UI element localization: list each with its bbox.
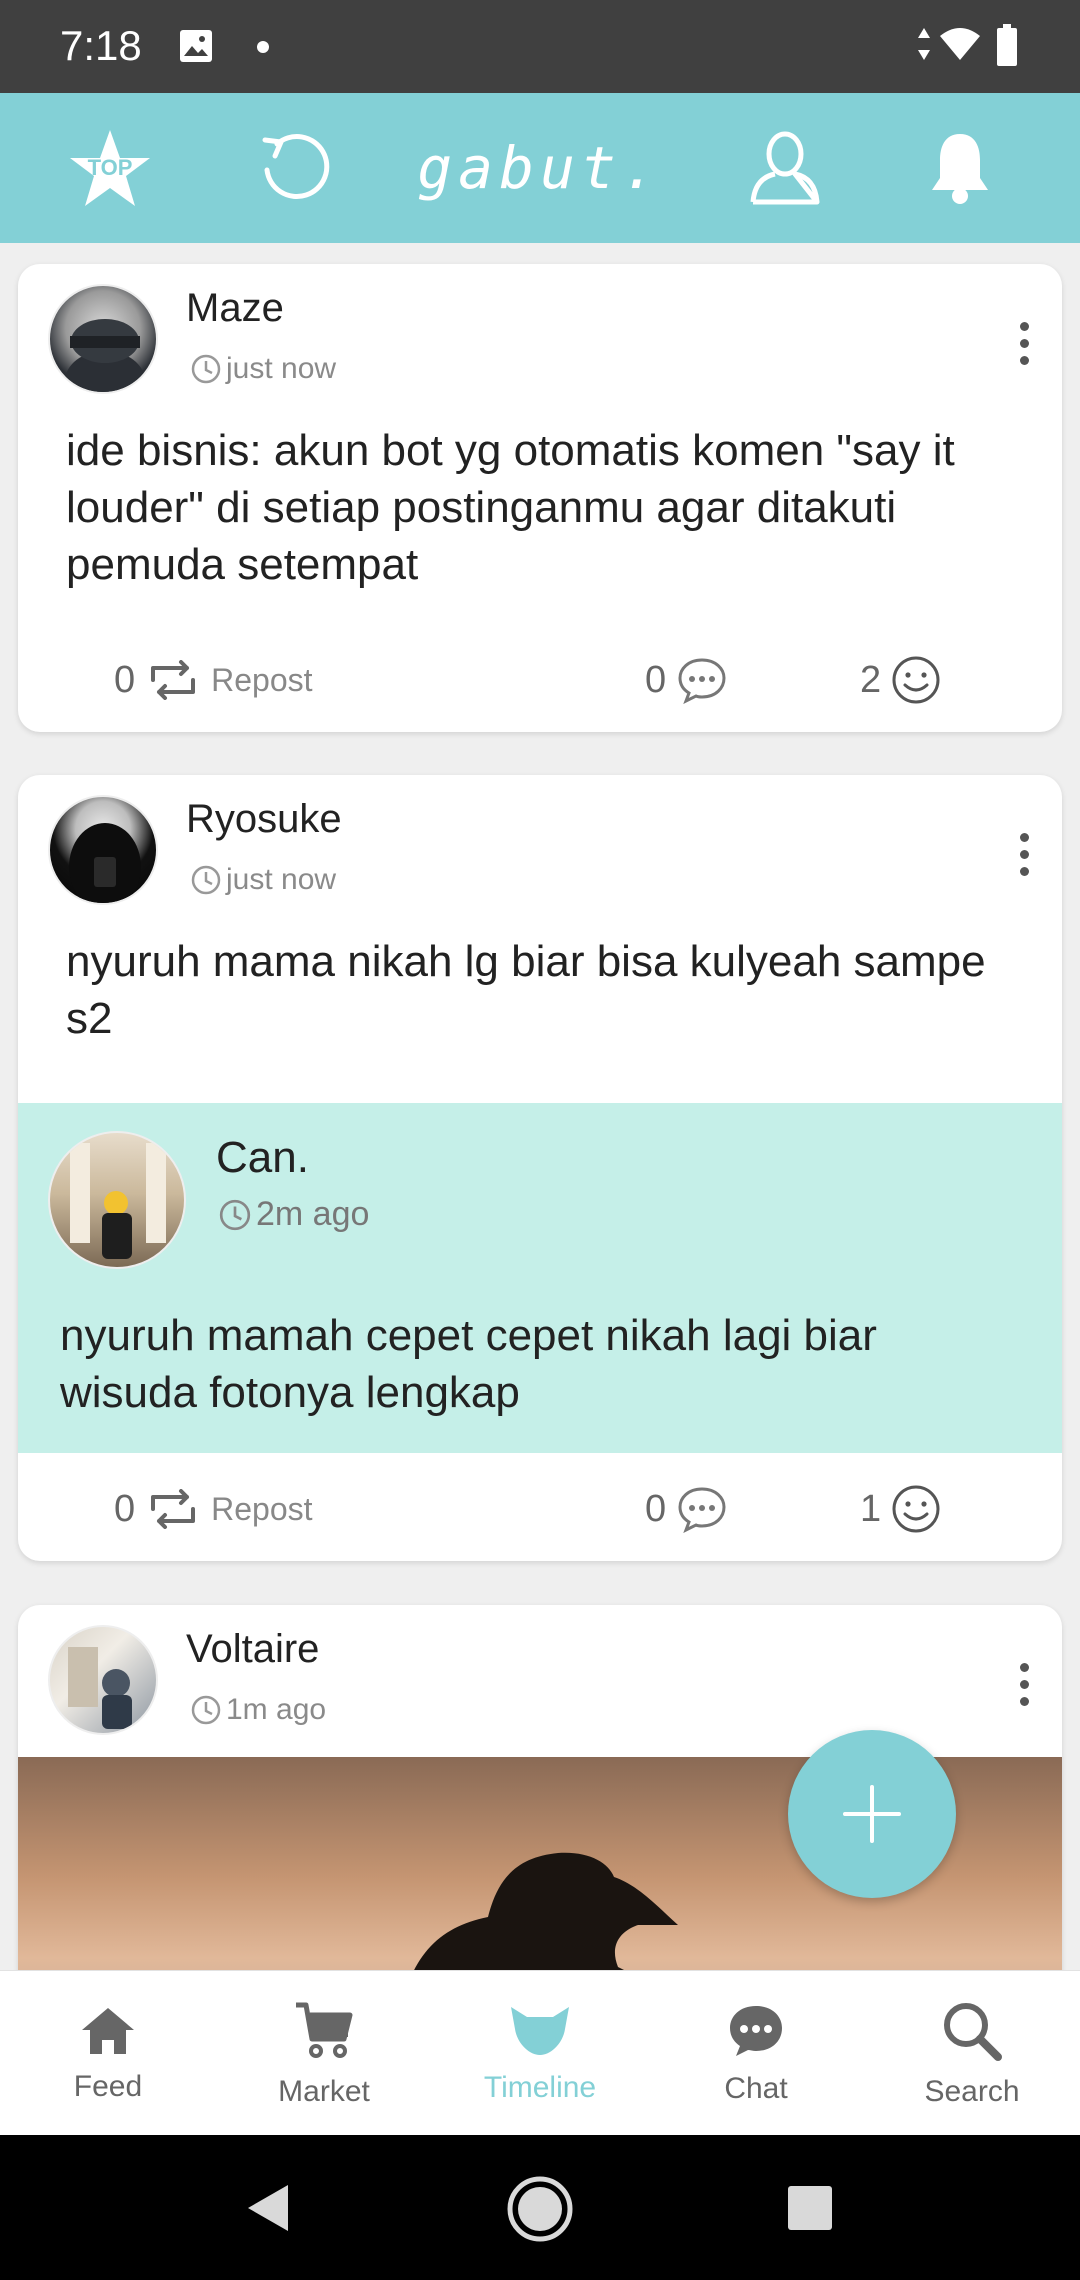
quoted-post[interactable]: Can. 2m ago nyuruh mamah cepet cepet nik… bbox=[18, 1103, 1062, 1453]
back-button[interactable] bbox=[244, 2183, 290, 2238]
more-options-icon[interactable] bbox=[1014, 322, 1034, 365]
top-badge-text: TOP bbox=[88, 155, 133, 180]
avatar[interactable] bbox=[48, 1625, 158, 1735]
nav-label: Feed bbox=[73, 2069, 143, 2103]
clock-icon bbox=[191, 865, 221, 895]
new-post-button[interactable] bbox=[788, 1730, 956, 1898]
nav-label: Chat bbox=[724, 2071, 788, 2105]
post-card[interactable]: Ryosuke just now nyuruh mama nikah lg bi… bbox=[18, 775, 1062, 1561]
status-bar: 7:18 bbox=[0, 0, 1080, 93]
post-card[interactable]: Maze just now ide bisnis: akun bot yg ot… bbox=[18, 264, 1062, 732]
reaction-count: 2 bbox=[860, 658, 882, 701]
nav-timeline[interactable]: Timeline bbox=[432, 1971, 648, 2136]
post-timestamp: 1m ago bbox=[190, 1693, 326, 1727]
battery-icon bbox=[996, 24, 1018, 71]
post-time-text: just now bbox=[226, 863, 337, 896]
post-actions: 0 Repost 0 1 bbox=[18, 1469, 1062, 1549]
nav-market[interactable]: Market bbox=[216, 1971, 432, 2136]
quoted-avatar[interactable] bbox=[48, 1131, 186, 1269]
nav-label: Search bbox=[924, 2074, 1020, 2108]
system-navigation-bar bbox=[0, 2135, 1080, 2280]
post-text: ide bisnis: akun bot yg otomatis komen "… bbox=[66, 426, 955, 589]
nav-label: Timeline bbox=[483, 2070, 597, 2104]
back-triangle-icon bbox=[248, 2185, 288, 2231]
clock-icon bbox=[191, 354, 221, 384]
smiley-icon bbox=[892, 656, 940, 704]
post-username[interactable]: Maze bbox=[186, 286, 284, 331]
home-button[interactable] bbox=[506, 2175, 574, 2248]
top-star-icon: TOP bbox=[70, 130, 150, 206]
repost-label: Repost bbox=[211, 1490, 313, 1527]
refresh-icon bbox=[262, 134, 330, 199]
bell-icon bbox=[932, 134, 988, 204]
recents-button[interactable] bbox=[787, 2185, 833, 2236]
fox-icon bbox=[511, 2006, 569, 2055]
search-icon bbox=[944, 2002, 1002, 2061]
nav-chat[interactable]: Chat bbox=[648, 1971, 864, 2136]
chat-bubble-icon bbox=[730, 2005, 782, 2056]
repost-icon bbox=[151, 1489, 196, 1529]
cart-icon bbox=[296, 2002, 353, 2058]
quoted-username[interactable]: Can. bbox=[216, 1133, 309, 1183]
repost-icon bbox=[151, 660, 196, 700]
post-text: nyuruh mama nikah lg biar bisa kulyeah s… bbox=[66, 937, 986, 1043]
avatar[interactable] bbox=[48, 795, 158, 905]
nav-feed[interactable]: Feed bbox=[0, 1971, 216, 2136]
clock-icon bbox=[219, 1199, 251, 1230]
recents-square-icon bbox=[788, 2186, 832, 2230]
post-username[interactable]: Ryosuke bbox=[186, 797, 342, 842]
home-icon bbox=[82, 2007, 134, 2054]
reaction-button[interactable]: 2 bbox=[860, 640, 941, 720]
post-time-text: just now bbox=[226, 352, 337, 385]
refresh-button[interactable] bbox=[235, 93, 355, 243]
quoted-text: nyuruh mamah cepet cepet nikah lagi biar… bbox=[60, 1311, 877, 1417]
more-options-icon[interactable] bbox=[1014, 1663, 1034, 1706]
repost-button[interactable]: 0 Repost bbox=[114, 640, 313, 720]
comment-bubble-icon bbox=[678, 1487, 726, 1533]
app-bar: TOP gabut. bbox=[0, 93, 1080, 243]
app-brand: gabut. bbox=[417, 134, 663, 202]
repost-label: Repost bbox=[211, 661, 313, 698]
gallery-notification-icon bbox=[178, 28, 214, 69]
nav-label: Market bbox=[278, 2074, 370, 2108]
repost-count: 0 bbox=[114, 1487, 136, 1530]
bottom-navigation: Feed Market Timeline Chat Search bbox=[0, 1970, 1080, 2135]
comment-bubble-icon bbox=[678, 658, 726, 704]
home-circle-icon bbox=[507, 2176, 573, 2242]
comment-button[interactable]: 0 bbox=[645, 640, 728, 720]
repost-count: 0 bbox=[114, 658, 136, 701]
more-options-icon[interactable] bbox=[1014, 833, 1034, 876]
quoted-timestamp: 2m ago bbox=[218, 1195, 369, 1234]
wifi-icon bbox=[938, 26, 982, 67]
dot-notification-icon bbox=[256, 40, 270, 59]
avatar[interactable] bbox=[48, 284, 158, 394]
reaction-count: 1 bbox=[860, 1487, 882, 1530]
comment-button[interactable]: 0 bbox=[645, 1469, 728, 1549]
notifications-button[interactable] bbox=[900, 93, 1020, 243]
smiley-icon bbox=[892, 1485, 940, 1533]
status-time: 7:18 bbox=[60, 22, 142, 69]
post-actions: 0 Repost 0 2 bbox=[18, 640, 1062, 720]
top-posts-button[interactable]: TOP bbox=[50, 93, 170, 243]
post-timestamp: just now bbox=[190, 863, 336, 897]
data-arrows-icon bbox=[916, 26, 932, 67]
post-time-text: 1m ago bbox=[226, 1693, 327, 1726]
repost-button[interactable]: 0 Repost bbox=[114, 1469, 313, 1549]
reaction-button[interactable]: 1 bbox=[860, 1469, 941, 1549]
nav-search[interactable]: Search bbox=[864, 1971, 1080, 2136]
quoted-time-text: 2m ago bbox=[256, 1195, 370, 1233]
post-username[interactable]: Voltaire bbox=[186, 1627, 319, 1672]
clock-icon bbox=[191, 1695, 221, 1725]
plus-icon bbox=[843, 1785, 901, 1843]
user-icon bbox=[750, 131, 820, 205]
comment-count: 0 bbox=[645, 658, 667, 701]
profile-button[interactable] bbox=[725, 93, 845, 243]
post-timestamp: just now bbox=[190, 352, 336, 386]
comment-count: 0 bbox=[645, 1487, 667, 1530]
